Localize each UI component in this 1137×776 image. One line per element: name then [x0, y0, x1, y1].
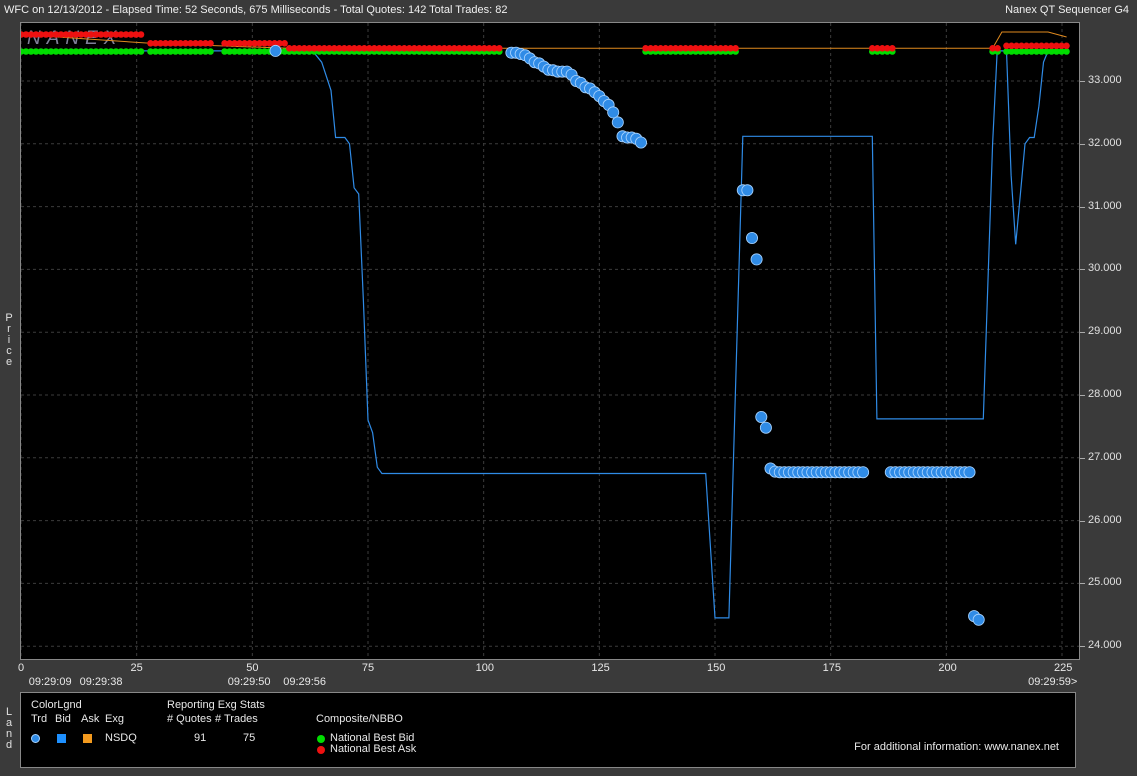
app-name: Nanex QT Sequencer G4	[1005, 4, 1129, 16]
ask-quote-marker	[889, 45, 896, 52]
plot-area[interactable]: NANEX	[20, 22, 1080, 660]
ask-quote-marker	[137, 31, 145, 38]
legend-panel: ColorLgnd Trd Bid Ask Exg NSDQ Reporting…	[20, 692, 1076, 768]
exchange-name: NSDQ	[105, 732, 137, 744]
y-tick-label: 32.000	[1088, 136, 1122, 149]
y-tick-label: 33.000	[1088, 74, 1122, 86]
time-label: 09:29:38	[79, 676, 123, 688]
footer-link[interactable]: For additional information: www.nanex.ne…	[854, 741, 1059, 753]
bid-quote-marker	[137, 48, 145, 55]
x-tick-label: 75	[361, 662, 375, 674]
legend-col-trd: Trd	[31, 713, 48, 725]
trade-marker[interactable]	[746, 231, 759, 244]
quotes-count: 91	[194, 732, 207, 744]
stats-quotes-label: # Quotes	[167, 713, 212, 725]
legend-col-exg: Exg	[105, 713, 124, 725]
ask-quote-marker	[496, 45, 503, 52]
ask-price-line	[21, 31, 1067, 49]
x-tick-label: 200	[938, 662, 957, 674]
national-best-bid-icon	[317, 735, 325, 743]
y-tick-label: 26.000	[1088, 513, 1122, 526]
trade-marker[interactable]	[269, 44, 282, 57]
y-tick-label: 24.000	[1088, 639, 1122, 652]
y-tick-label: 29.000	[1088, 325, 1122, 338]
trade-marker[interactable]	[607, 106, 620, 119]
trade-marker[interactable]	[750, 253, 763, 266]
ask-quote-marker	[994, 45, 1001, 52]
ask-swatch-icon	[83, 734, 92, 743]
x-tick-label: 125	[591, 662, 610, 674]
price-chart: NANEX	[21, 23, 1079, 659]
x-tick-label: 150	[707, 662, 726, 674]
x-tick-label: 25	[130, 662, 143, 674]
legend-col-ask: Ask	[81, 713, 100, 725]
trade-swatch-icon	[31, 734, 40, 743]
trade-marker[interactable]	[972, 613, 985, 626]
y-tick-mark	[1080, 583, 1085, 585]
x-tick-label: 50	[246, 662, 259, 674]
ask-quote-marker	[1063, 42, 1070, 50]
legend-col-bid: Bid	[55, 713, 71, 725]
chart-title: WFC on 12/13/2012 - Elapsed Time: 52 Sec…	[4, 4, 508, 16]
national-best-ask-icon	[317, 746, 325, 754]
colorlgnd-title: ColorLgnd	[31, 699, 82, 711]
y-tick-mark	[1080, 81, 1085, 82]
y-tick-mark	[1080, 143, 1085, 145]
bid-quote-marker	[207, 48, 214, 55]
y-tick-mark	[1080, 206, 1085, 208]
stats-trades-label: # Trades	[215, 713, 258, 725]
y-tick-label: 25.000	[1088, 576, 1122, 589]
bid-quote-marker	[1063, 48, 1070, 55]
y-tick-mark	[1080, 646, 1085, 648]
composite-title: Composite/NBBO	[316, 713, 403, 725]
y-tick-label: 31.000	[1088, 199, 1122, 212]
trade-marker[interactable]	[611, 116, 624, 129]
stats-title: Reporting Exg Stats	[167, 699, 265, 711]
x-tick-label: 175	[822, 662, 842, 674]
y-tick-mark	[1080, 395, 1085, 396]
time-label: 09:29:09	[28, 676, 72, 688]
trade-marker[interactable]	[963, 466, 976, 479]
nbo-label: National Best Ask	[330, 743, 417, 755]
trade-marker[interactable]	[635, 136, 648, 149]
ask-quote-marker	[281, 40, 288, 47]
y-tick-label: 27.000	[1088, 450, 1122, 463]
price-letter: e	[5, 356, 13, 368]
time-label: 09:29:56	[283, 676, 327, 688]
ask-quote-marker	[207, 40, 214, 47]
y-tick-label: 28.000	[1088, 388, 1122, 400]
bid-swatch-icon	[57, 734, 66, 743]
trade-marker[interactable]	[741, 184, 754, 197]
time-label: 09:29:59>	[1028, 676, 1078, 688]
x-tick-label: 225	[1054, 662, 1073, 674]
trade-marker[interactable]	[759, 421, 772, 434]
trades-count: 75	[243, 732, 256, 744]
trade-marker[interactable]	[755, 410, 768, 423]
y-tick-mark	[1080, 332, 1085, 334]
y-tick-label: 30.000	[1088, 262, 1122, 275]
x-tick-label: 0	[17, 662, 25, 674]
trade-marker[interactable]	[857, 466, 870, 479]
trade-price-line	[21, 50, 1067, 619]
y-tick-mark	[1080, 269, 1085, 271]
y-tick-mark	[1080, 457, 1085, 459]
land-letter: d	[5, 739, 13, 751]
x-tick-label: 100	[475, 662, 495, 674]
y-tick-mark	[1080, 520, 1085, 522]
ask-quote-marker	[732, 45, 739, 52]
time-label: 09:29:50	[227, 676, 271, 688]
